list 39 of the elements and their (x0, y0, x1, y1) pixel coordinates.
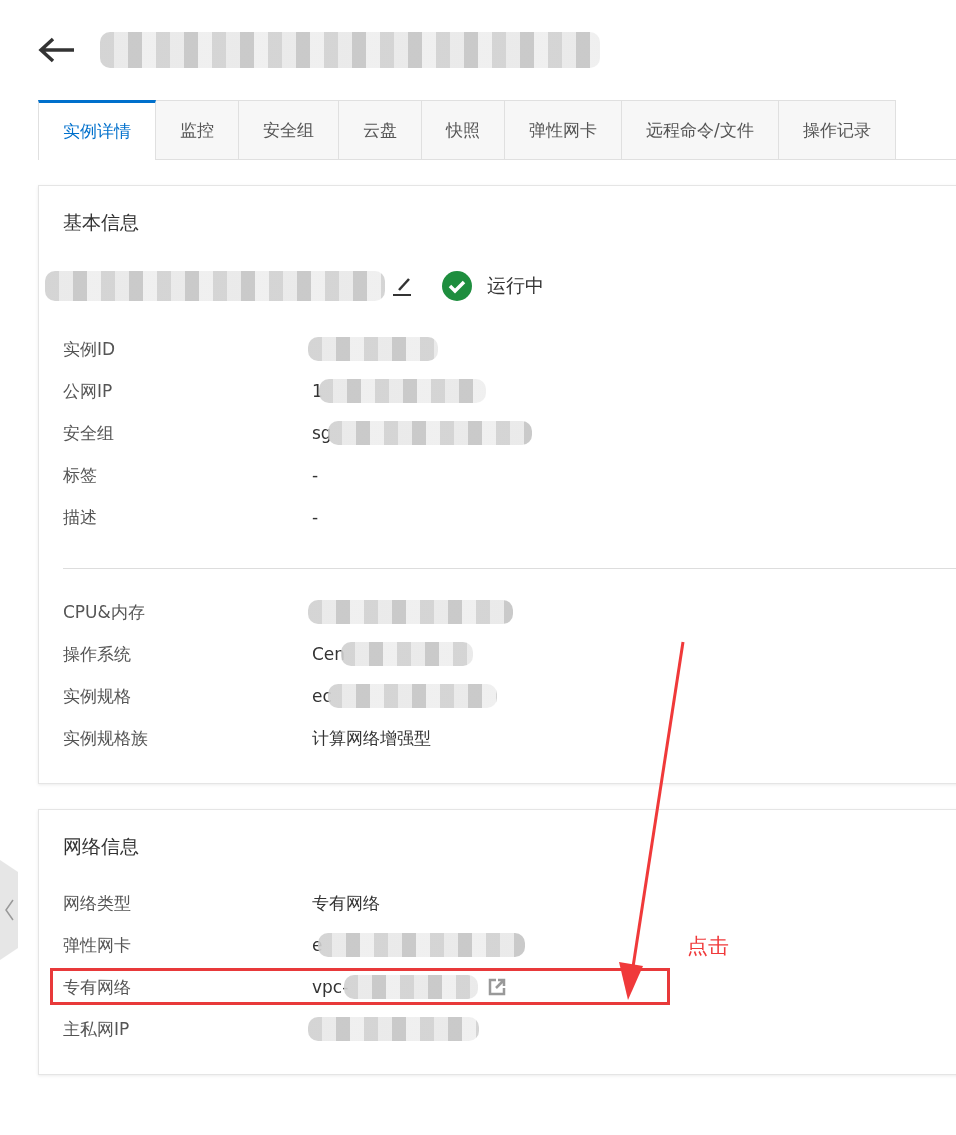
field-value: Cen (312, 644, 346, 664)
tab[interactable]: 弹性网卡 (505, 100, 622, 159)
tab[interactable]: 操作记录 (778, 100, 896, 159)
field-value: e (312, 935, 323, 955)
field-value: 专有网络 (312, 891, 380, 915)
field-label: 公网IP (63, 379, 114, 403)
tab[interactable]: 远程命令/文件 (622, 100, 779, 159)
section-title: 网络信息 (63, 834, 140, 859)
tab[interactable]: 监控 (156, 100, 239, 159)
field-value[interactable]: vpc- (312, 977, 349, 997)
field-label: 专有网络 (63, 975, 132, 999)
field-label: 安全组 (63, 421, 115, 445)
field-label: 弹性网卡 (63, 933, 132, 957)
section-title: 基本信息 (63, 210, 140, 235)
field-value: 计算网络增强型 (312, 726, 431, 750)
collapse-handle[interactable] (0, 860, 18, 960)
field-value: - (312, 465, 319, 485)
field-label: 描述 (63, 505, 98, 529)
tab[interactable]: 安全组 (239, 100, 339, 159)
tab[interactable]: 快照 (422, 100, 505, 159)
external-link-icon[interactable] (488, 978, 507, 996)
field-value: - (312, 507, 319, 527)
tab[interactable]: 实例详情 (38, 100, 156, 160)
field-value: 1 (312, 381, 323, 401)
field-label: 网络类型 (63, 891, 132, 915)
field-label: 操作系统 (63, 642, 132, 666)
field-value: ec (312, 686, 332, 706)
annotation-text: 点击 (687, 933, 729, 960)
tab[interactable]: 云盘 (339, 100, 422, 159)
field-value: sg (312, 423, 332, 443)
field-label: 实例ID (63, 337, 117, 361)
status-text: 运行中 (487, 273, 544, 298)
check-circle-icon (441, 270, 473, 302)
field-label: 标签 (63, 463, 98, 487)
back-arrow-icon[interactable] (38, 37, 76, 63)
field-label: 实例规格 (63, 684, 132, 708)
field-label: 实例规格族 (63, 726, 149, 750)
field-label: CPU&内存 (63, 600, 146, 624)
field-label: 主私网IP (63, 1017, 131, 1041)
